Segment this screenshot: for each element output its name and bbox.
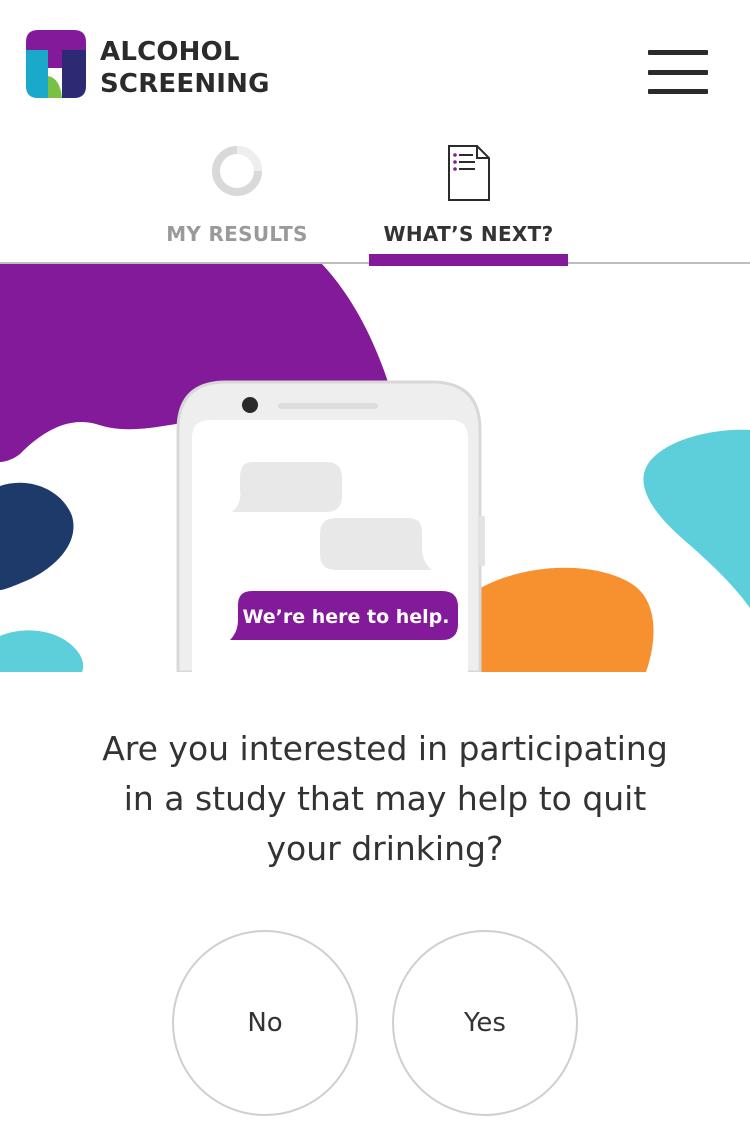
- app-header: ALCOHOL SCREENING: [0, 0, 750, 130]
- navy-blob: [0, 482, 74, 590]
- question-line-2: in a study that may help to quit: [123, 779, 647, 818]
- tab-whats-next[interactable]: WHAT’S NEXT?: [369, 130, 568, 266]
- app-title-line2: SCREENING: [100, 69, 270, 99]
- tab-whats-next-label: WHAT’S NEXT?: [383, 222, 554, 246]
- teal-blob-right: [643, 429, 750, 608]
- screen: ALCOHOL SCREENING MY RESULTS WHAT’S NEXT…: [0, 0, 750, 1141]
- loading-ring-icon: [212, 146, 262, 196]
- hamburger-menu-icon[interactable]: [646, 50, 710, 96]
- hero-illustration: We’re here to help.: [0, 264, 750, 672]
- no-button[interactable]: No: [172, 930, 358, 1116]
- app-title: ALCOHOL SCREENING: [100, 36, 270, 100]
- teal-blob-left: [0, 630, 84, 672]
- document-list-icon: [447, 145, 490, 201]
- app-title-line1: ALCOHOL: [100, 37, 240, 67]
- tab-bar: MY RESULTS WHAT’S NEXT?: [0, 130, 750, 266]
- hero-bubble-text: We’re here to help.: [242, 606, 449, 628]
- hero-art: We’re here to help.: [0, 264, 750, 672]
- yes-button[interactable]: Yes: [392, 930, 578, 1116]
- tab-my-results[interactable]: MY RESULTS: [160, 130, 314, 264]
- phone-illustration: We’re here to help.: [176, 380, 485, 672]
- question-line-3: your drinking?: [266, 829, 504, 868]
- study-question: Are you interested in participating in a…: [60, 724, 710, 874]
- orange-blob: [470, 567, 654, 672]
- tab-my-results-label: MY RESULTS: [166, 222, 308, 246]
- question-line-1: Are you interested in participating: [102, 729, 668, 768]
- logo-icon: [26, 30, 86, 98]
